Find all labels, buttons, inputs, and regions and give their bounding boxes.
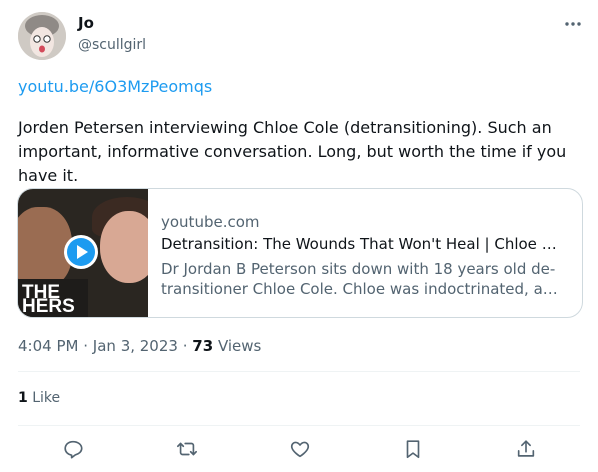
- card-domain: youtube.com: [161, 213, 260, 231]
- like-icon[interactable]: [289, 438, 311, 460]
- author-name[interactable]: Jo: [78, 14, 94, 32]
- video-thumbnail: THE HERS: [18, 189, 148, 317]
- share-icon[interactable]: [515, 438, 537, 460]
- avatar-image: [18, 12, 66, 60]
- divider: [18, 371, 580, 372]
- avatar[interactable]: [18, 12, 66, 60]
- author-handle[interactable]: @scullgirl: [78, 37, 146, 53]
- likes-label: Like: [32, 390, 61, 406]
- thumbnail-overlay-text: HERS: [22, 296, 75, 317]
- card-description-line: transitioner Chloe Cole. Chloe was indoc…: [161, 280, 566, 298]
- likes-count: 1: [18, 390, 28, 406]
- card-description-line: Dr Jordan B Peterson sits down with 18 y…: [161, 260, 556, 278]
- tweet-text: Jorden Petersen interviewing Chloe Cole …: [18, 118, 567, 185]
- tweet-time[interactable]: 4:04 PM: [18, 337, 78, 355]
- likes-summary[interactable]: 1 Like: [18, 390, 60, 406]
- card-description: Dr Jordan B Peterson sits down with 18 y…: [161, 259, 566, 299]
- card-title: Detransition: The Wounds That Won't Heal…: [161, 235, 566, 253]
- play-icon[interactable]: [64, 235, 98, 269]
- divider: [18, 425, 580, 426]
- more-options-icon[interactable]: [562, 16, 584, 32]
- views-label: Views: [217, 337, 262, 355]
- views-count: 73: [192, 337, 214, 355]
- meta-separator: ·: [182, 337, 188, 355]
- meta-separator: ·: [83, 337, 89, 355]
- tweet-link[interactable]: youtu.be/6O3MzPeomqs: [18, 77, 212, 96]
- tweet-meta: 4:04 PM · Jan 3, 2023 · 73 Views: [18, 337, 261, 355]
- bookmark-icon[interactable]: [402, 438, 424, 460]
- reply-icon[interactable]: [62, 438, 84, 460]
- tweet-date[interactable]: Jan 3, 2023: [93, 337, 178, 355]
- retweet-icon[interactable]: [176, 438, 198, 460]
- link-preview-card[interactable]: THE HERS youtube.com Detransition: The W…: [17, 188, 583, 318]
